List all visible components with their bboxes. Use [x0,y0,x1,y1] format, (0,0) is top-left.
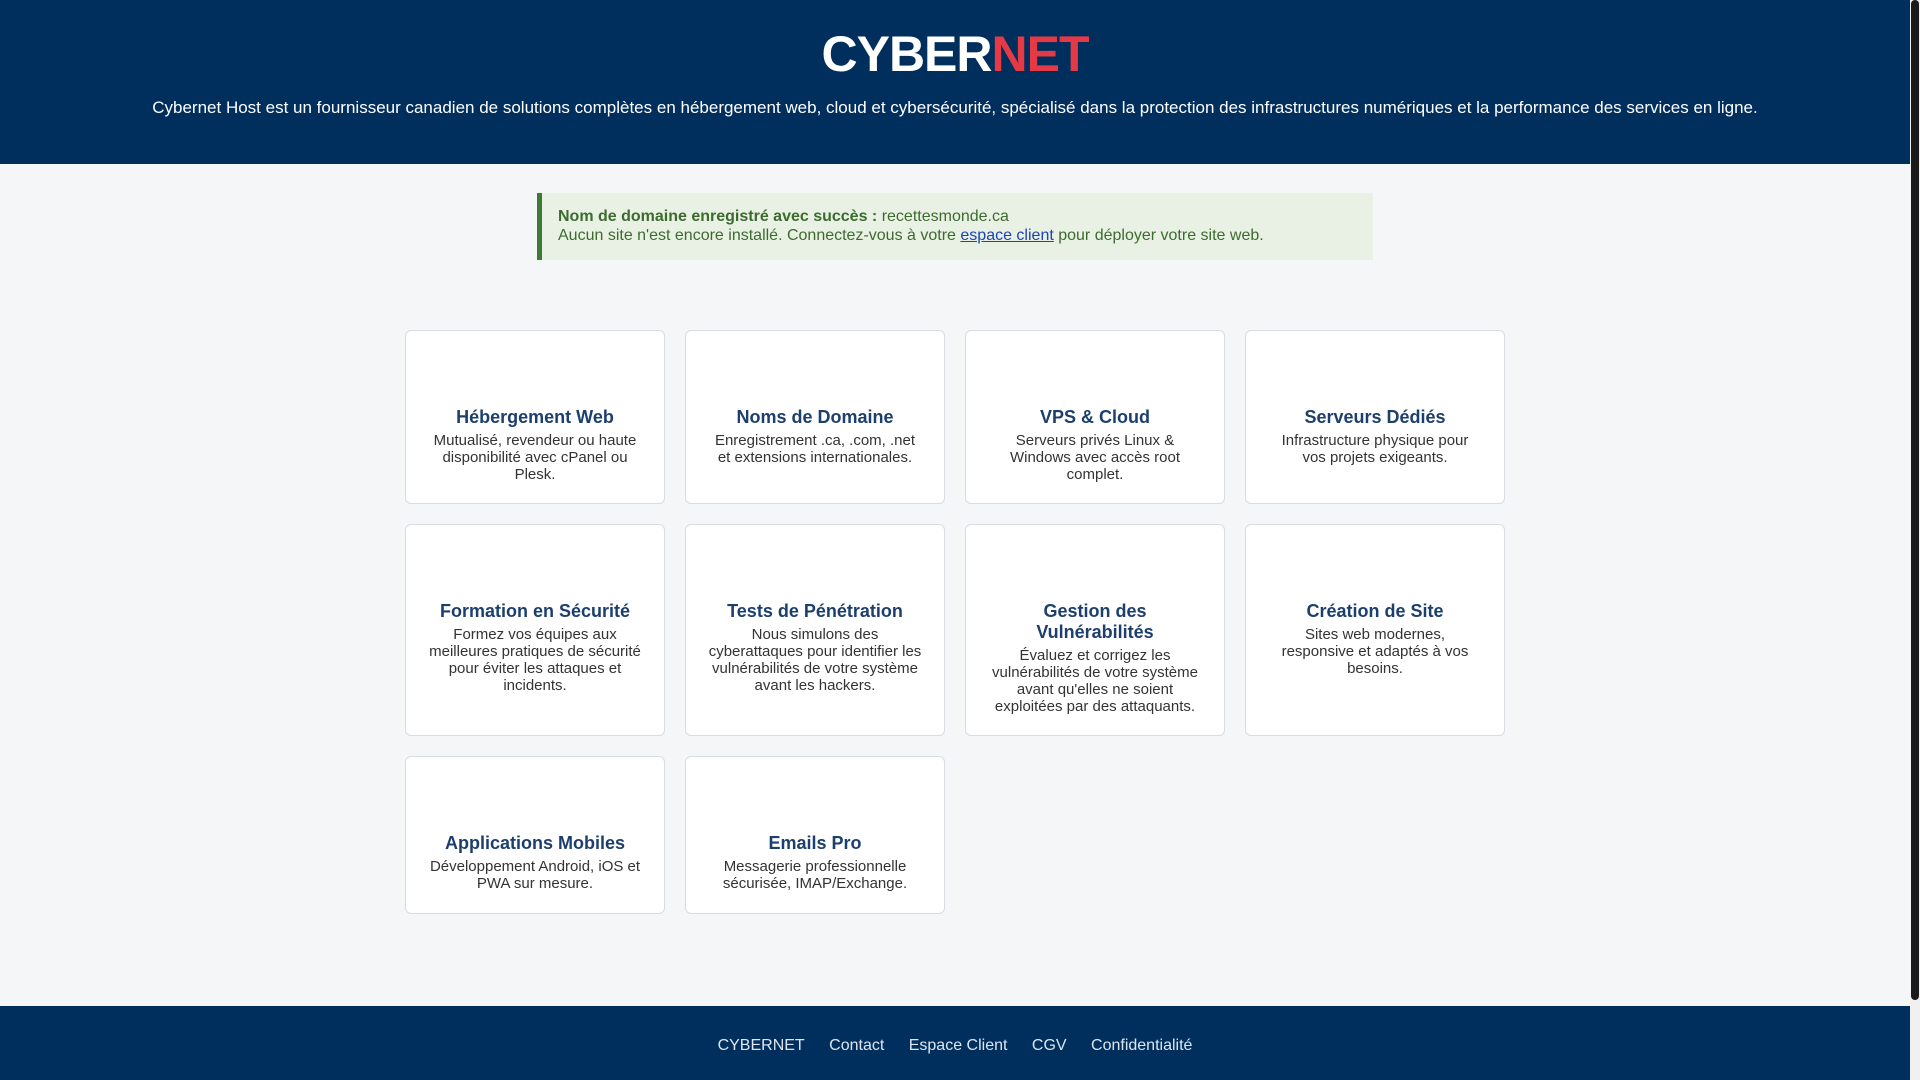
service-card-serveurs-dedies[interactable]: Serveurs Dédiés Infrastructure physique … [1245,330,1505,504]
service-card-gestion-vulnerabilites[interactable]: Gestion des Vulnérabilités Évaluez et co… [965,524,1225,736]
service-card-title: Création de Site [1306,601,1444,621]
header-tagline: Cybernet Host est un fournisseur canadie… [152,98,1758,117]
alert-domain: recettesmonde.ca [881,208,1009,225]
service-card-applications-mobiles[interactable]: Applications Mobiles Développement Andro… [405,756,665,914]
alert-line-1: Nom de domaine enregistré avec succès : … [558,207,1373,226]
alert-line-2: Aucun site n'est encore installé. Connec… [558,226,1373,245]
service-card-desc: Formez vos équipes aux meilleures pratiq… [429,626,641,694]
footer-link-cybernet[interactable]: CYBERNET [718,1037,805,1054]
service-card-formation-securite[interactable]: Formation en Sécurité Formez vos équipes… [405,524,665,736]
page-scrollbar[interactable] [1910,0,1920,1080]
service-card-title: Serveurs Dédiés [1304,407,1446,427]
service-card-desc: Infrastructure physique pour vos projets… [1281,432,1469,466]
service-card-noms-de-domaine[interactable]: Noms de Domaine Enregistrement .ca, .com… [685,330,945,504]
service-card-title: Gestion des Vulnérabilités [1036,601,1154,642]
service-card-title: VPS & Cloud [1039,407,1150,427]
service-card-title: Applications Mobiles [444,833,626,853]
service-card-desc: Évaluez et corrigez les vulnérabilités d… [992,647,1198,715]
footer-link-cgv[interactable]: CGV [1032,1037,1067,1054]
service-card-title: Tests de Pénétration [727,601,903,621]
service-card-emails-pro[interactable]: Emails Pro Messagerie professionnelle sé… [685,756,945,914]
service-card-creation-site[interactable]: Création de Site Sites web modernes, res… [1245,524,1505,736]
cybernet-logo[interactable]: CYBERNET [0,28,1910,80]
service-card-desc: Nous simulons des cyberattaques pour ide… [708,626,922,694]
alert-text-after-link: pour déployer votre site web. [1058,227,1264,244]
service-card-vps-cloud[interactable]: VPS & Cloud Serveurs privés Linux & Wind… [965,330,1225,504]
service-card-desc: Sites web modernes, responsive et adapté… [1281,626,1469,677]
logo-text-net: NET [991,26,1090,82]
alert-text-before-link: Aucun site n'est encore installé. Connec… [558,227,956,244]
footer-link-contact[interactable]: Contact [829,1037,884,1054]
service-card-title: Hébergement Web [456,407,614,427]
service-card-title: Noms de Domaine [736,407,894,427]
footer-nav: CYBERNET Contact Espace Client CGV Confi… [0,1036,1910,1056]
service-card-hebergement-web[interactable]: Hébergement Web Mutualisé, revendeur ou … [405,330,665,504]
footer-link-espace-client[interactable]: Espace Client [909,1037,1008,1054]
service-card-desc: Développement Android, iOS et PWA sur me… [429,858,641,892]
footer-link-confidentialite[interactable]: Confidentialité [1091,1037,1192,1054]
site-header: CYBERNET Cybernet Host est un fournisseu… [0,0,1910,164]
service-card-desc: Enregistrement .ca, .com, .net et extens… [714,432,916,466]
site-footer: CYBERNET Contact Espace Client CGV Confi… [0,1006,1910,1080]
scrollbar-thumb[interactable] [1911,0,1919,1000]
logo-text-cyber: CYBER [821,26,992,82]
service-card-title: Formation en Sécurité [439,601,631,621]
service-card-desc: Messagerie professionnelle sécurisée, IM… [722,858,908,892]
service-card-desc: Mutualisé, revendeur ou haute disponibil… [433,432,637,483]
alert-strong-text: Nom de domaine enregistré avec succès : [558,208,878,225]
espace-client-link[interactable]: espace client [960,227,1053,244]
domain-success-alert: Nom de domaine enregistré avec succès : … [537,193,1373,260]
services-grid: Hébergement Web Mutualisé, revendeur ou … [405,330,1505,914]
service-card-desc: Serveurs privés Linux & Windows avec acc… [1009,432,1181,483]
service-card-tests-penetration[interactable]: Tests de Pénétration Nous simulons des c… [685,524,945,736]
service-card-title: Emails Pro [768,833,862,853]
